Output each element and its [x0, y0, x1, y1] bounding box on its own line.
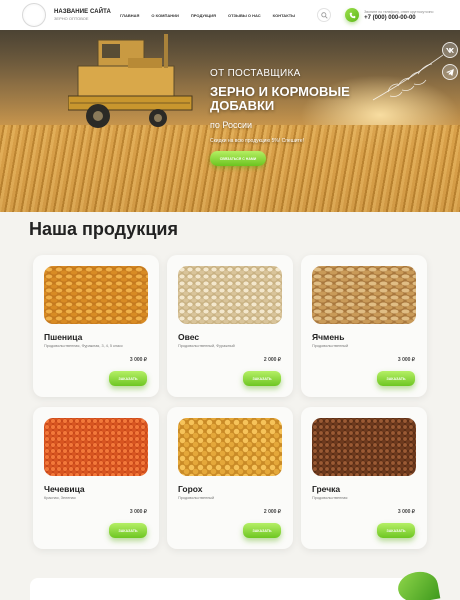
- contact-us-button[interactable]: СВЯЗАТЬСЯ С НАМИ: [210, 151, 266, 166]
- wheat-sketch-decoration: [372, 54, 444, 101]
- site-header: НАЗВАНИЕ САЙТА ЗЕРНО ОПТОВОЕ ГЛАВНАЯ О К…: [0, 0, 460, 30]
- buckwheat-image: [312, 418, 416, 476]
- wheat-image: [44, 266, 148, 324]
- product-name: Овес: [178, 332, 200, 342]
- product-price: 3 000 ₽: [129, 357, 147, 363]
- hero-promo: Скидки на всю продукцию 5%! Спешите!: [210, 138, 304, 144]
- product-card[interactable]: Гречка Продовольственная 3 000 ₽ ЗАКАЗАТ…: [301, 407, 427, 549]
- nav-item-contacts[interactable]: КОНТАКТЫ: [273, 13, 295, 18]
- logo[interactable]: [22, 3, 46, 27]
- page: НАЗВАНИЕ САЙТА ЗЕРНО ОПТОВОЕ ГЛАВНАЯ О К…: [0, 0, 460, 600]
- product-price: 3 000 ₽: [129, 509, 147, 515]
- header-contacts: Звоните по телефону, ответ круглосуточно…: [364, 10, 433, 21]
- product-name: Пшеница: [44, 332, 83, 342]
- nav-item-home[interactable]: ГЛАВНАЯ: [120, 13, 139, 18]
- product-card[interactable]: Горох Продовольственный 2 000 ₽ ЗАКАЗАТЬ: [167, 407, 293, 549]
- nav-item-reviews[interactable]: ОТЗЫВЫ О НАС: [228, 13, 261, 18]
- hero-subtitle: ОТ ПОСТАВЩИКА: [210, 68, 301, 79]
- search-button[interactable]: [317, 8, 332, 22]
- nav-item-about[interactable]: О КОМПАНИИ: [151, 13, 179, 18]
- combine-harvester-image: [68, 34, 193, 128]
- search-icon: [320, 11, 328, 19]
- order-button[interactable]: ЗАКАЗАТЬ: [377, 523, 415, 538]
- product-name: Ячмень: [312, 332, 345, 342]
- lentil-image: [44, 418, 148, 476]
- brand[interactable]: НАЗВАНИЕ САЙТА ЗЕРНО ОПТОВОЕ: [54, 9, 120, 21]
- product-price: 3 000 ₽: [397, 509, 415, 515]
- telegram-link[interactable]: [442, 64, 458, 80]
- order-button[interactable]: ЗАКАЗАТЬ: [377, 371, 415, 386]
- barley-image: [312, 266, 416, 324]
- site-name: НАЗВАНИЕ САЙТА: [54, 9, 111, 15]
- product-card[interactable]: Чечевица Красная, Зеленая 3 000 ₽ ЗАКАЗА…: [33, 407, 159, 549]
- product-description: Красная, Зеленая: [44, 496, 76, 500]
- product-name: Гречка: [312, 484, 341, 494]
- hero-region: по России: [210, 120, 253, 130]
- next-section-strip: [30, 578, 432, 600]
- oats-image: [178, 266, 282, 324]
- telegram-icon: [446, 68, 454, 76]
- leaf-decoration: [395, 568, 441, 600]
- product-description: Продовольственный: [312, 344, 349, 348]
- phone-number[interactable]: +7 (000) 000-00-00: [364, 15, 433, 21]
- product-card[interactable]: Пшеница Продовольственная, Фуражная, 3, …: [33, 255, 159, 397]
- product-name: Горох: [178, 484, 203, 494]
- product-price: 2 000 ₽: [263, 509, 281, 515]
- product-description: Продовольственный: [178, 496, 215, 500]
- product-description: Продовольственная: [312, 496, 348, 500]
- product-description: Продовольственная, Фуражная, 3, 4, 5 кла…: [44, 344, 123, 348]
- main-nav: ГЛАВНАЯ О КОМПАНИИ ПРОДУКЦИЯ ОТЗЫВЫ О НА…: [120, 13, 295, 18]
- hero-title: ЗЕРНО И КОРМОВЫЕ ДОБАВКИ: [210, 84, 350, 113]
- order-button[interactable]: ЗАКАЗАТЬ: [109, 371, 147, 386]
- peas-image: [178, 418, 282, 476]
- hero-banner: ОТ ПОСТАВЩИКА ЗЕРНО И КОРМОВЫЕ ДОБАВКИ п…: [0, 30, 460, 212]
- phone-icon: [349, 12, 355, 18]
- product-price: 3 000 ₽: [397, 357, 415, 363]
- vk-link[interactable]: [442, 42, 458, 58]
- product-card[interactable]: Овес Продовольственный, Фуражный 2 000 ₽…: [167, 255, 293, 397]
- product-card[interactable]: Ячмень Продовольственный 3 000 ₽ ЗАКАЗАТ…: [301, 255, 427, 397]
- order-button[interactable]: ЗАКАЗАТЬ: [243, 371, 281, 386]
- product-name: Чечевица: [44, 484, 85, 494]
- products-title: Наша продукция: [29, 219, 178, 239]
- contact-note: Звоните по телефону, ответ круглосуточно: [364, 9, 434, 14]
- order-button[interactable]: ЗАКАЗАТЬ: [109, 523, 147, 538]
- call-button[interactable]: [345, 8, 360, 22]
- order-button[interactable]: ЗАКАЗАТЬ: [243, 523, 281, 538]
- site-tagline: ЗЕРНО ОПТОВОЕ: [54, 16, 89, 21]
- product-description: Продовольственный, Фуражный: [178, 344, 235, 348]
- product-price: 2 000 ₽: [263, 357, 281, 363]
- vk-icon: [446, 48, 454, 53]
- nav-item-products[interactable]: ПРОДУКЦИЯ: [191, 13, 216, 18]
